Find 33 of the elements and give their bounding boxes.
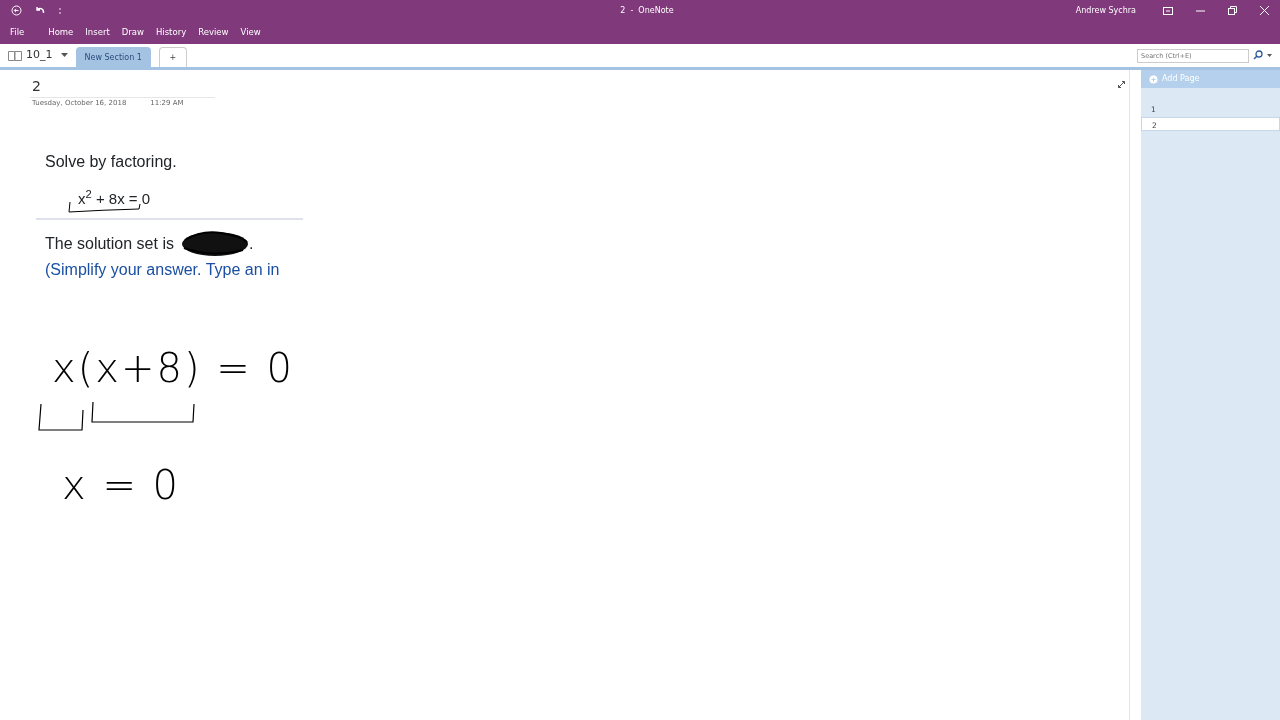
close-icon[interactable]: [1259, 6, 1269, 15]
caret-icon[interactable]: [60, 53, 68, 58]
more-icon[interactable]: [58, 6, 62, 15]
display-options-icon[interactable]: [1163, 6, 1173, 15]
equation: x$^{2}$ + 8x = 0: [78, 190, 151, 207]
handwriting: x = 0: [62, 461, 181, 510]
hint-text: (Simplify your answer. Type an in: [45, 260, 281, 280]
back-icon[interactable]: [10, 5, 22, 16]
ribbon-tab[interactable]: File: [4, 26, 31, 39]
window-title: 2 - OneNote: [619, 4, 675, 17]
ribbon-tab[interactable]: Insert: [79, 26, 116, 39]
answer-text: The solution set is: [45, 234, 174, 254]
user-name: Andrew Sychra: [1075, 4, 1136, 17]
notebook-icon[interactable]: [8, 50, 22, 61]
restore-icon[interactable]: [1227, 6, 1237, 15]
search-icon[interactable]: [1253, 50, 1263, 61]
ribbon-tab[interactable]: View: [234, 26, 267, 39]
handwriting: x(x+8) = 0: [52, 344, 294, 393]
section-tab[interactable]: New Section 1: [75, 47, 151, 67]
ribbon-tab[interactable]: Home: [42, 26, 80, 39]
scribble-drawing: [180, 230, 249, 258]
undo-icon[interactable]: [35, 6, 45, 15]
notebook-name[interactable]: 10_1: [26, 47, 53, 64]
answer-period: .: [248, 234, 254, 254]
problem-heading: Solve by factoring.: [45, 152, 178, 172]
ribbon-tab[interactable]: Draw: [115, 26, 150, 39]
plus-circle-icon: [1149, 74, 1158, 84]
expand-icon[interactable]: [1118, 81, 1125, 88]
caret-icon[interactable]: [1267, 53, 1272, 57]
ribbon-tab[interactable]: Review: [192, 26, 235, 39]
section-tab[interactable]: +: [158, 47, 187, 67]
page-title: 2: [32, 77, 41, 96]
ribbon-tab[interactable]: History: [149, 26, 193, 39]
